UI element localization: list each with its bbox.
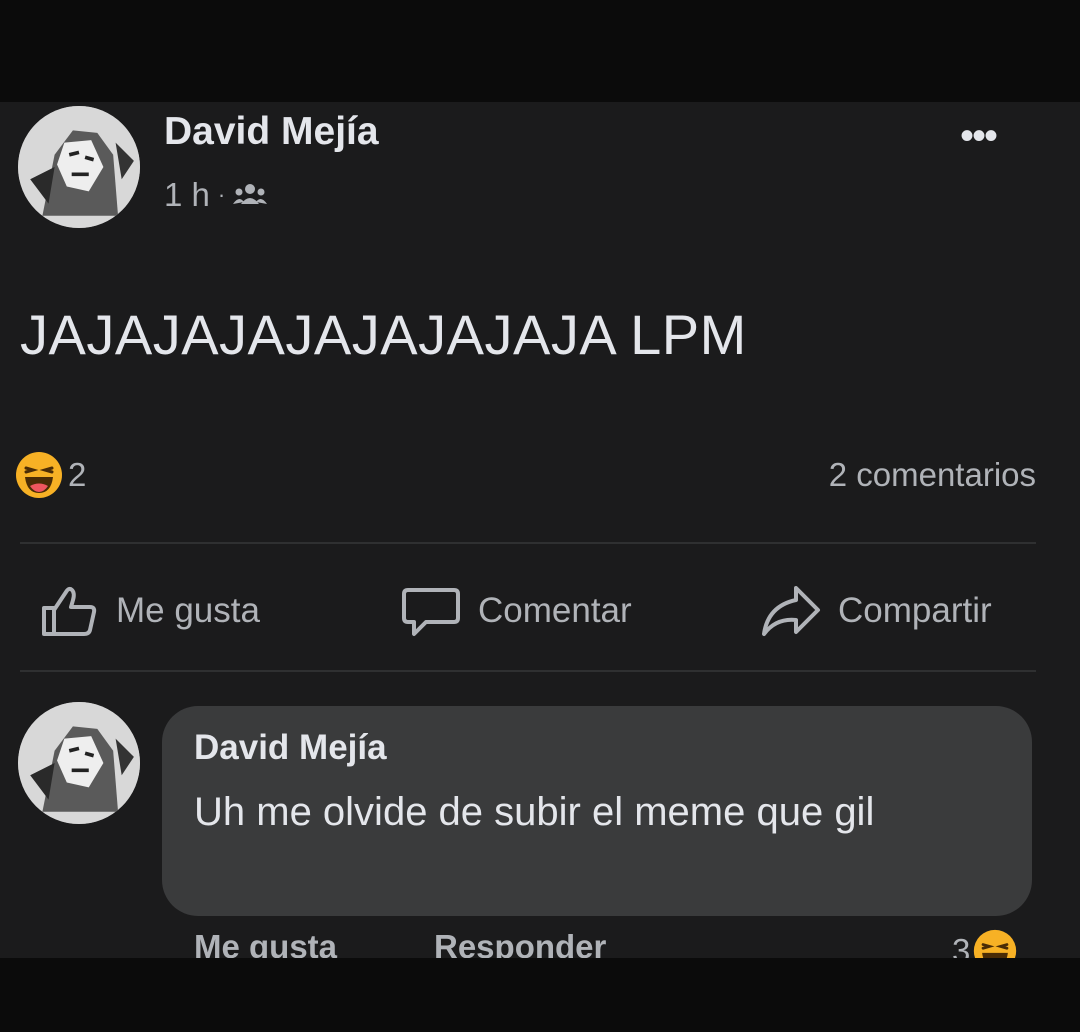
comment-text: Uh me olvide de subir el meme que gil: [194, 790, 875, 834]
comment-bubble-icon: [402, 588, 460, 636]
share-label: Compartir: [838, 591, 992, 630]
thumbs-up-icon: [42, 586, 97, 636]
comment-bubble: David Mejía Uh me olvide de subir el mem…: [162, 706, 1032, 916]
post-meta: 1 h ·: [164, 176, 268, 214]
comment-author-name[interactable]: David Mejía: [194, 728, 387, 768]
divider: [20, 542, 1036, 544]
share-arrow-icon: [762, 586, 820, 636]
avatar-sketch-icon: [18, 106, 140, 228]
haha-emoji-icon: [974, 929, 1017, 958]
facebook-post-card: David Mejía 1 h · ••• JAJAJAJAJAJAJAJAJA…: [0, 102, 1080, 958]
comment-actions: Me gusta Responder 3: [0, 928, 1080, 958]
avatar-sketch-icon: [18, 702, 140, 824]
comment-button[interactable]: Comentar: [400, 576, 632, 646]
comment-label: Comentar: [478, 591, 632, 630]
comment-reaction-count: 3: [952, 932, 971, 958]
share-button[interactable]: Compartir: [760, 576, 992, 646]
post-author-name[interactable]: David Mejía: [164, 110, 379, 154]
comment-reaction-summary[interactable]: 3: [952, 928, 1018, 958]
reaction-summary[interactable]: 2: [14, 450, 86, 500]
friends-icon: [233, 184, 268, 204]
post-author-avatar[interactable]: [18, 106, 140, 228]
comment-reply-button[interactable]: Responder: [434, 928, 606, 958]
post-action-bar: Me gusta Comentar Compartir: [0, 576, 1080, 646]
more-options-icon[interactable]: •••: [960, 114, 998, 159]
post-time[interactable]: 1 h: [164, 176, 210, 214]
comments-count-link[interactable]: 2 comentarios: [829, 456, 1036, 494]
comment-author-avatar[interactable]: [18, 702, 140, 824]
post-text: JAJAJAJAJAJAJAJAJA LPM: [20, 303, 747, 366]
meta-separator: ·: [217, 182, 226, 207]
like-label: Me gusta: [116, 591, 260, 630]
divider: [20, 670, 1036, 672]
comment-like-button[interactable]: Me gusta: [194, 928, 337, 958]
screenshot-frame: David Mejía 1 h · ••• JAJAJAJAJAJAJAJAJA…: [0, 0, 1080, 1032]
haha-emoji-icon: [16, 452, 62, 498]
reaction-count: 2: [68, 456, 87, 493]
like-button[interactable]: Me gusta: [38, 576, 260, 646]
